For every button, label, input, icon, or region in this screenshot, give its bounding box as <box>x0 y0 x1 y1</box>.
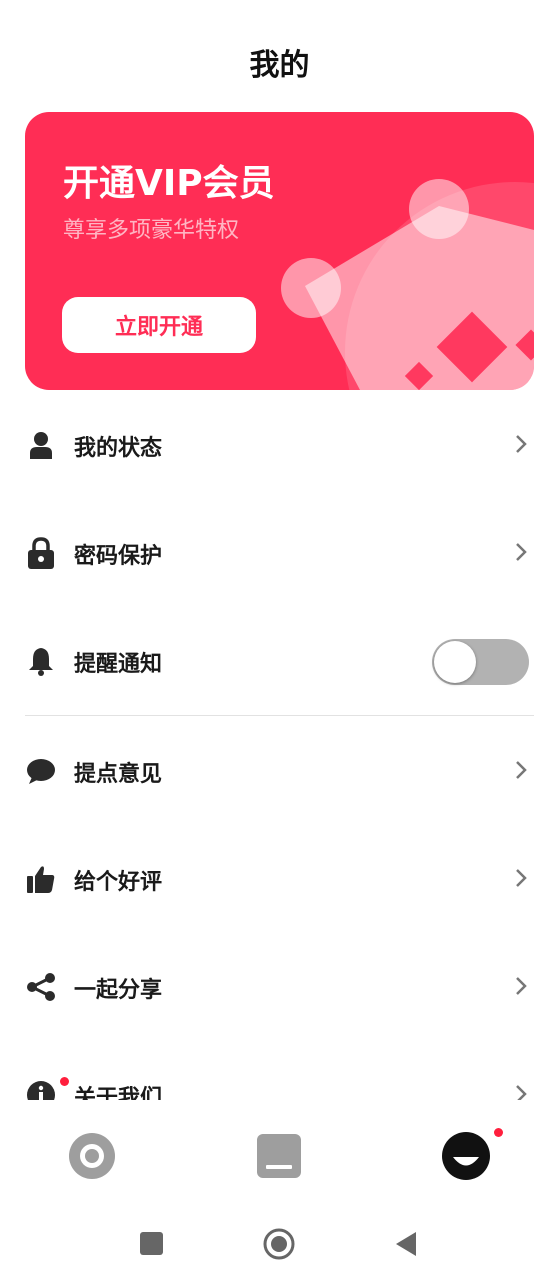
smile-icon <box>442 1132 490 1180</box>
system-navigation-bar <box>0 1205 559 1280</box>
menu-item-rate-us[interactable]: 给个好评 <box>0 824 559 932</box>
settings-menu: 我的状态 密码保护 提醒通知 提点意见 给个好评 一起分享 关于我们 <box>0 390 559 1100</box>
record-icon <box>69 1133 115 1179</box>
menu-item-label: 提醒通知 <box>74 652 163 677</box>
menu-item-feedback[interactable]: 提点意见 <box>0 716 559 824</box>
tab-profile[interactable] <box>372 1110 558 1205</box>
vip-banner[interactable]: 开通VIP会员 尊享多项豪华特权 立即开通 <box>25 112 534 390</box>
bell-icon <box>26 646 56 676</box>
vip-subtitle: 尊享多项豪华特权 <box>63 218 240 243</box>
menu-item-label: 关于我们 <box>74 1086 163 1100</box>
notification-toggle[interactable] <box>432 639 529 685</box>
open-vip-button[interactable]: 立即开通 <box>62 297 256 353</box>
menu-item-share[interactable]: 一起分享 <box>0 932 559 1040</box>
toggle-knob <box>434 641 476 683</box>
bottom-tab-bar <box>0 1110 559 1205</box>
chevron-right-icon <box>516 977 527 995</box>
menu-item-label: 给个好评 <box>74 870 163 895</box>
notification-badge <box>60 1077 69 1086</box>
chevron-right-icon <box>516 435 527 453</box>
chevron-right-icon <box>516 1085 527 1100</box>
menu-item-my-status[interactable]: 我的状态 <box>0 390 559 498</box>
menu-item-label: 我的状态 <box>74 436 163 461</box>
chat-bubble-icon <box>26 756 56 786</box>
tab-window[interactable] <box>186 1110 372 1205</box>
home-icon[interactable] <box>263 1228 295 1260</box>
menu-item-label: 一起分享 <box>74 978 163 1003</box>
tab-record[interactable] <box>0 1110 186 1205</box>
window-icon <box>257 1134 301 1178</box>
chevron-right-icon <box>516 761 527 779</box>
notification-badge <box>494 1128 503 1137</box>
menu-item-password-protection[interactable]: 密码保护 <box>0 498 559 606</box>
menu-item-label: 提点意见 <box>74 762 163 787</box>
chevron-right-icon <box>516 543 527 561</box>
user-icon <box>26 430 56 460</box>
menu-item-label: 密码保护 <box>74 544 163 569</box>
share-icon <box>26 972 56 1002</box>
recents-icon[interactable] <box>140 1232 164 1256</box>
menu-item-about-us[interactable]: 关于我们 <box>0 1040 559 1100</box>
lock-icon <box>26 537 56 569</box>
chevron-right-icon <box>516 869 527 887</box>
page-title: 我的 <box>249 48 310 83</box>
back-icon[interactable] <box>394 1231 418 1257</box>
thumbs-up-icon <box>26 864 56 894</box>
page-header: 我的 <box>0 0 559 122</box>
vip-title: 开通VIP会员 <box>63 163 275 204</box>
info-icon <box>26 1080 56 1100</box>
